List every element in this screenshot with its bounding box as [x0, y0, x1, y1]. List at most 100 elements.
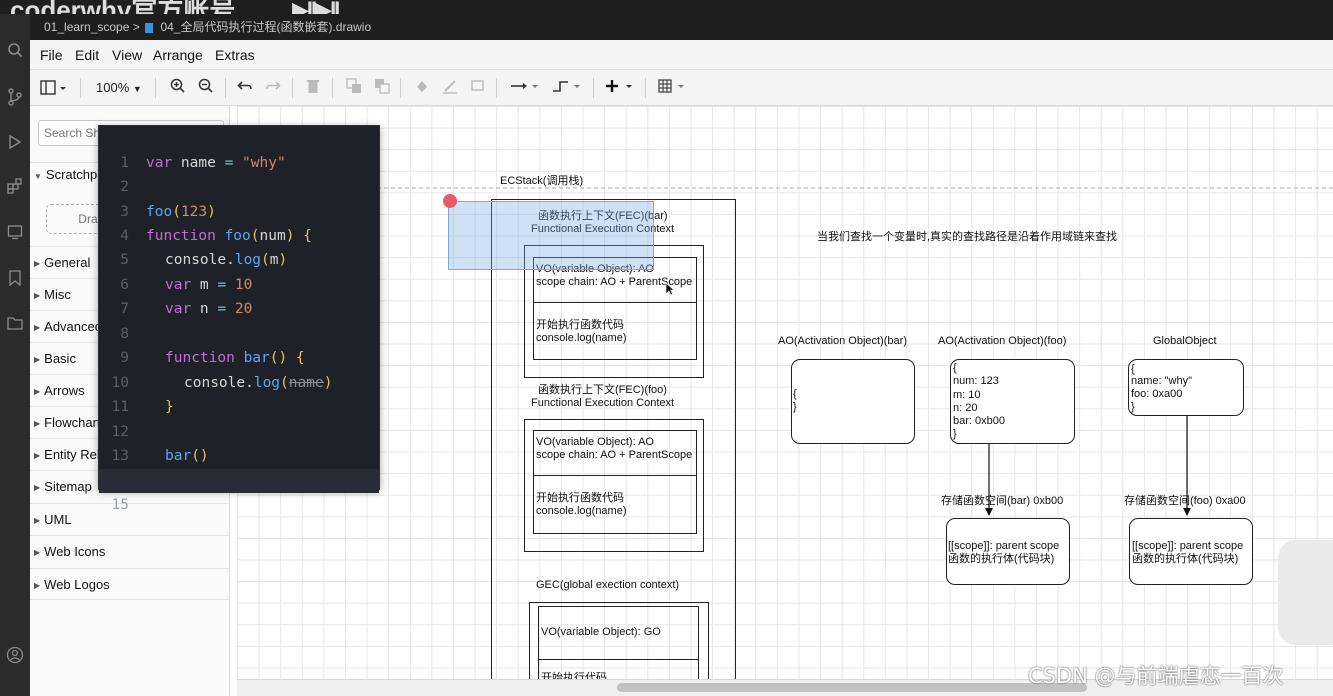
menu-file[interactable]: File	[40, 47, 63, 63]
menu-view[interactable]: View	[112, 47, 142, 63]
bookmark-icon[interactable]	[0, 270, 30, 294]
zoom-in-icon[interactable]	[170, 78, 186, 98]
bilibili-tv-logo	[1278, 540, 1333, 645]
drawio-file-icon	[145, 22, 154, 33]
fec-bar-exec1: 开始执行函数代码	[536, 319, 624, 331]
gec-vo: VO(variable Object): GO	[541, 626, 661, 638]
csdn-watermark: CSDN @与前端虐恋一百次	[1028, 664, 1284, 688]
format-panel-icon[interactable]	[40, 78, 68, 98]
code-line: 10 console.log(name)	[99, 347, 379, 391]
expand-triangle-icon: ▶	[34, 291, 41, 300]
ao-foo-n: n: 20	[953, 402, 978, 414]
watermark-title: coderwhy官方账号	[10, 0, 235, 14]
menu-arrange[interactable]: Arrange	[153, 47, 203, 63]
global-object-label[interactable]: GlobalObject	[1153, 334, 1217, 348]
insert-icon[interactable]	[605, 78, 637, 98]
category-web-logos[interactable]: ▶ Web Logos	[30, 568, 230, 600]
source-control-icon[interactable]	[0, 88, 30, 112]
ao-bar-box[interactable]	[791, 359, 915, 444]
expand-triangle-icon: ▶	[34, 419, 41, 428]
code-line: 6 var m = 10	[99, 249, 379, 293]
fec-foo-exec2: console.log(name)	[536, 505, 627, 517]
store-bar-label[interactable]: 存储函数空间(bar) 0xb00	[941, 494, 1063, 508]
ao-foo-num: num: 123	[953, 375, 999, 387]
toolbar-divider	[593, 78, 594, 98]
code-line: 12	[99, 396, 379, 440]
expand-triangle-icon: ▶	[34, 323, 41, 332]
to-front-icon[interactable]	[346, 78, 362, 98]
search-icon[interactable]	[0, 42, 30, 66]
store-foo-label[interactable]: 存储函数空间(foo) 0xa00	[1124, 494, 1246, 508]
fill-color-icon[interactable]	[414, 78, 430, 98]
account-icon[interactable]	[0, 646, 30, 670]
shadow-icon[interactable]	[470, 78, 486, 98]
waypoints-icon[interactable]	[552, 78, 582, 98]
code-line: 13 bar()	[99, 420, 379, 464]
table-icon[interactable]	[658, 78, 688, 98]
category-label: Arrows	[44, 383, 85, 398]
app-window: coderwhy官方账号 ▶II▶II 01_learn_scope	[0, 0, 1333, 696]
remote-explorer-icon[interactable]	[0, 224, 30, 248]
folder-icon[interactable]	[0, 314, 30, 338]
category-label: Flowchart	[44, 415, 101, 430]
category-label: Basic	[44, 351, 76, 366]
breadcrumb: 01_learn_scope > 04_全局代码执行过程(函数嵌套).drawi…	[30, 14, 1333, 40]
ao-foo-label[interactable]: AO(Activation Object)(foo)	[938, 334, 1066, 348]
category-label: Advanced	[44, 319, 102, 334]
scrollbar-thumb[interactable]	[617, 683, 1087, 692]
fec-foo-scope: scope chain: AO + ParentScope	[536, 449, 693, 461]
fec-foo-vo: VO(variable Object): AO	[536, 436, 654, 448]
toolbar-divider	[645, 78, 646, 98]
toolbar-divider	[80, 78, 81, 98]
breadcrumb-file[interactable]: 04_全局代码执行过程(函数嵌套).drawio	[160, 20, 371, 34]
run-debug-icon[interactable]	[0, 134, 30, 158]
activity-bar	[0, 14, 30, 696]
expand-triangle-icon: ▶	[34, 548, 41, 557]
redo-icon[interactable]	[265, 78, 281, 98]
ecstack-label[interactable]: ECStack(调用栈)	[500, 174, 583, 188]
category-label: Sitemap	[44, 479, 92, 494]
chevron-down-icon: ▼	[132, 84, 142, 94]
arrowhead	[985, 508, 993, 516]
mouse-cursor-icon	[665, 282, 675, 299]
ao-bar-label[interactable]: AO(Activation Object)(bar)	[778, 334, 907, 348]
selection-handle[interactable]	[443, 194, 457, 208]
category-label: Misc	[44, 287, 71, 302]
gec-exec: 开始执行代码	[541, 672, 607, 679]
code-line-current: 15	[99, 469, 379, 513]
zoom-level-value: 100%	[96, 80, 130, 95]
gec-title[interactable]: GEC(global exection context)	[536, 578, 679, 592]
expand-triangle-icon: ▶	[34, 387, 41, 396]
connection-icon[interactable]	[510, 78, 540, 98]
extensions-icon[interactable]	[0, 178, 30, 202]
delete-icon[interactable]	[306, 78, 320, 98]
scope-chain-note[interactable]: 当我们查找一个变量时,真实的查找路径是沿着作用域链来查找	[817, 230, 1117, 244]
zoom-out-icon[interactable]	[198, 78, 214, 98]
code-line: 7 var n = 20	[99, 273, 379, 317]
category-label: UML	[44, 512, 72, 527]
expand-triangle-icon: ▶	[34, 355, 41, 364]
code-editor-overlay: 1 var name = "why" 2 3 foo(123) 4 function …	[98, 125, 380, 513]
menu-edit[interactable]: Edit	[75, 47, 99, 63]
selection-rectangle[interactable]	[448, 201, 654, 270]
breadcrumb-folder[interactable]: 01_learn_scope	[44, 20, 129, 34]
toolbar-divider	[496, 78, 497, 98]
code-line: 3 foo(123)	[99, 176, 379, 220]
category-label: Web Icons	[44, 544, 106, 559]
store-foo-scope: [[scope]]: parent scope	[1132, 540, 1244, 552]
undo-icon[interactable]	[237, 78, 253, 98]
line-number: 15	[111, 497, 129, 513]
to-back-icon[interactable]	[374, 78, 390, 98]
menu-extras[interactable]: Extras	[215, 47, 255, 63]
arrowhead	[1183, 508, 1191, 516]
zoom-level[interactable]: 100% ▼	[96, 78, 142, 98]
video-watermark-strip: coderwhy官方账号 ▶II▶II	[0, 0, 1333, 14]
watermark-logo: ▶II▶II	[292, 0, 340, 14]
toolbar-divider	[155, 78, 156, 98]
line-color-icon[interactable]	[442, 78, 458, 98]
category-label: Web Logos	[44, 577, 110, 592]
fec-foo-subtitle[interactable]: Functional Execution Context	[531, 396, 674, 410]
fec-foo-title[interactable]: 函数执行上下文(FEC)(foo)	[538, 383, 667, 397]
code-line: 2	[99, 151, 379, 195]
toolbar-divider	[292, 78, 293, 98]
